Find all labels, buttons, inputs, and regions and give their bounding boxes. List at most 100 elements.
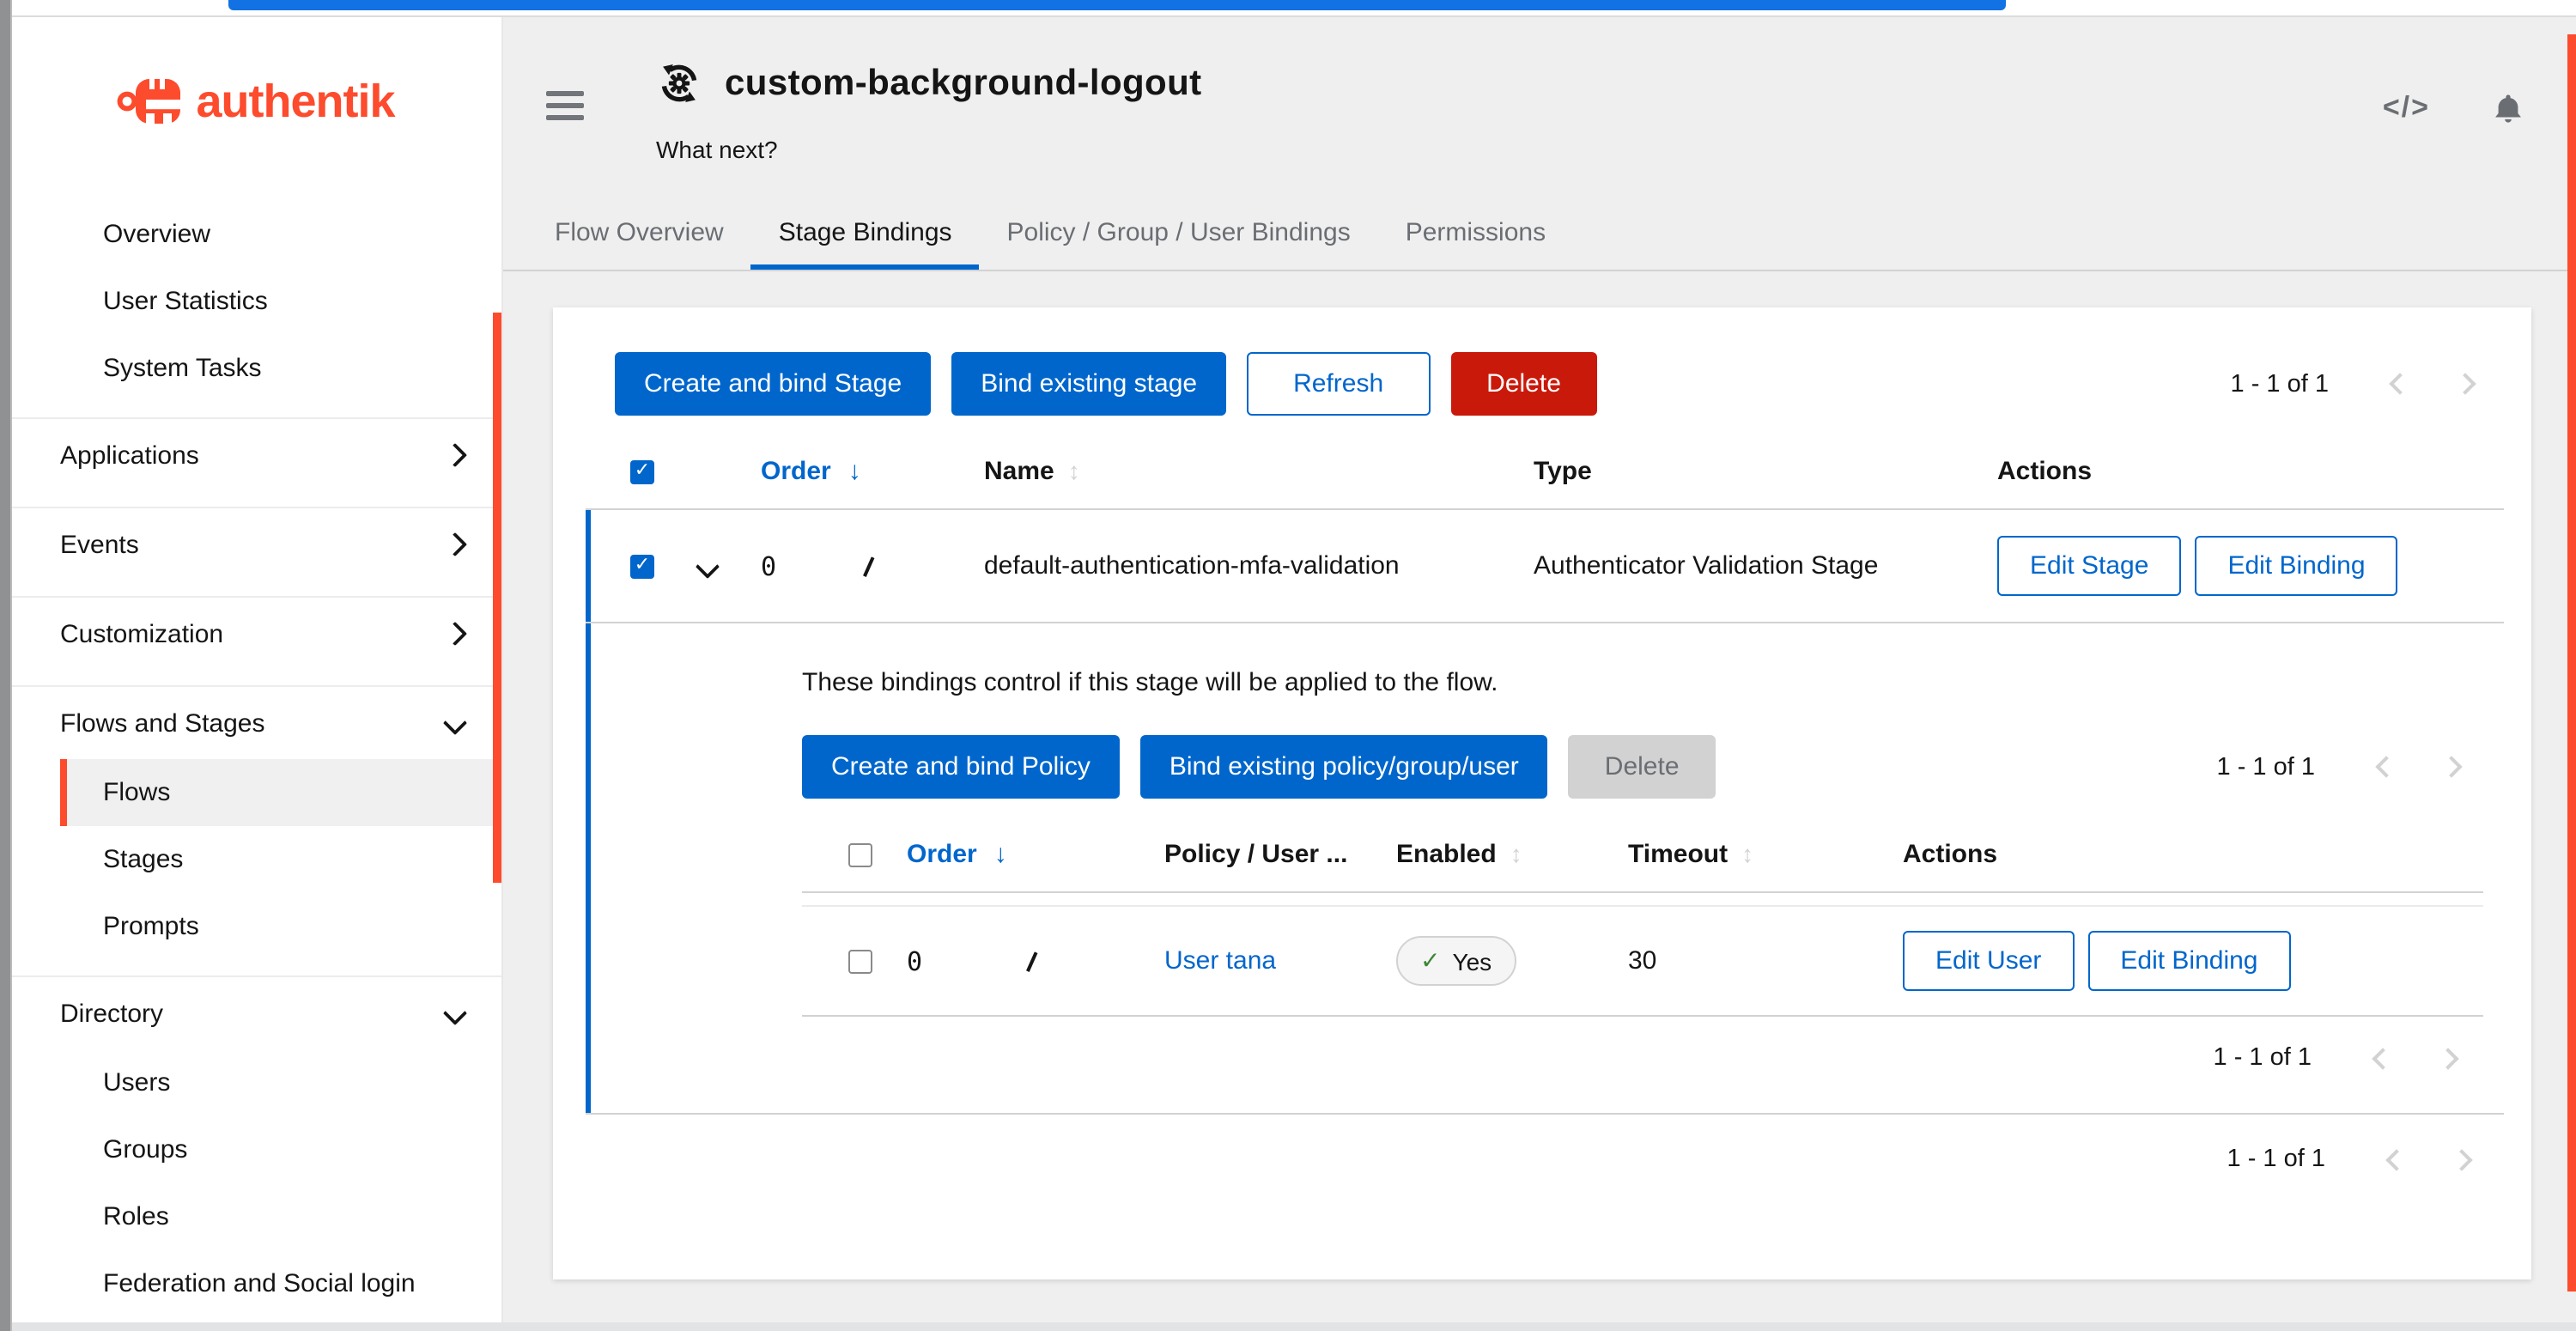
chevron-down-icon [447, 709, 464, 738]
sidebar-item-groups[interactable]: Groups [10, 1116, 501, 1183]
sidebar-item-label: Customization [60, 620, 223, 649]
pagination-next-icon[interactable] [2418, 759, 2483, 775]
policy-user-link[interactable]: User tana [1164, 946, 1396, 975]
sidebar-item-label: Events [60, 531, 139, 560]
policy-row-checkbox[interactable] [848, 949, 872, 973]
cell-actions: Edit Stage Edit Binding [1997, 536, 2504, 596]
tab-policy-group-user-bindings[interactable]: Policy / Group / User Bindings [980, 208, 1378, 270]
pagination-prev-icon[interactable] [2363, 1152, 2428, 1167]
page-subtitle: What next? [656, 136, 778, 163]
sidebar-item-flows[interactable]: Flows [60, 759, 501, 826]
main-scrollbar-orange[interactable] [2567, 34, 2576, 1291]
policy-select-all-checkbox[interactable] [848, 842, 872, 866]
pagination-next-icon[interactable] [2428, 1152, 2494, 1167]
cell-actions: Edit User Edit Binding [1903, 931, 2483, 991]
sidebar-item-directory[interactable]: Directory [10, 979, 501, 1049]
pagination-bottom: 1 - 1 of 1 [2227, 1146, 2494, 1173]
sidebar-item-prompts[interactable]: Prompts [10, 893, 501, 960]
authentik-logo-icon [117, 72, 185, 131]
page-title: custom-background-logout [725, 63, 1202, 104]
sidebar-item-label: Users [103, 1068, 170, 1097]
refresh-button[interactable]: Refresh [1247, 352, 1430, 416]
sidebar-item-flows-and-stages[interactable]: Flows and Stages [10, 689, 501, 759]
api-code-icon[interactable]: </> [2383, 91, 2430, 125]
sidebar-item-label: Stages [103, 845, 183, 874]
sidebar-item-label: Roles [103, 1202, 169, 1231]
sidebar-item-federation-social-login[interactable]: Federation and Social login [10, 1250, 501, 1317]
tab-permissions[interactable]: Permissions [1378, 208, 1573, 270]
tab-label: Policy / Group / User Bindings [1007, 218, 1351, 247]
policy-delete-button-disabled[interactable]: Delete [1569, 735, 1716, 799]
authentik-logo[interactable]: authentik [10, 15, 501, 187]
hamburger-menu-icon[interactable] [546, 91, 584, 127]
bind-existing-policy-button[interactable]: Bind existing policy/group/user [1140, 735, 1548, 799]
sidebar-item-overview[interactable]: Overview [10, 201, 501, 268]
row-checkbox[interactable]: ✓ [630, 554, 654, 578]
sidebar-item-label: Prompts [103, 912, 199, 941]
pagination-label: 1 - 1 of 1 [2231, 370, 2329, 398]
bind-existing-stage-button[interactable]: Bind existing stage [951, 352, 1226, 416]
column-header-actions: Actions [1997, 457, 2504, 486]
pagination-prev-icon[interactable] [2349, 1050, 2415, 1066]
bindings-description: These bindings control if this stage wil… [802, 668, 2483, 697]
sidebar-item-label: Groups [103, 1135, 187, 1164]
column-header-enabled[interactable]: Enabled↕ [1396, 840, 1628, 869]
tab-flow-overview[interactable]: Flow Overview [527, 208, 751, 270]
edit-user-button[interactable]: Edit User [1903, 931, 2074, 991]
pagination-prev-icon[interactable] [2353, 759, 2418, 775]
column-header-timeout[interactable]: Timeout↕ [1628, 840, 1903, 869]
column-header-policy-user[interactable]: Policy / User ... [1164, 840, 1396, 869]
sidebar: authentik Overview User Statistics Syste… [10, 15, 503, 1331]
policy-table-row: 0 User tana ✓Yes 30 Edit User Edit Bindi… [802, 905, 2483, 1017]
window-left-scrollbar[interactable] [0, 0, 12, 1331]
tab-label: Permissions [1406, 218, 1546, 247]
sidebar-item-label: Flows and Stages [60, 709, 264, 738]
pagination-next-icon[interactable] [2432, 376, 2497, 392]
enabled-badge-label: Yes [1452, 947, 1492, 975]
select-all-checkbox[interactable]: ✓ [630, 459, 654, 483]
row-expand-chevron-icon[interactable] [699, 557, 761, 574]
policy-pagination-bottom: 1 - 1 of 1 [2214, 1044, 2480, 1072]
sort-icon: ↕ [1068, 457, 1080, 484]
pagination-label: 1 - 1 of 1 [2217, 753, 2315, 781]
process-gear-icon [656, 60, 702, 106]
sidebar-item-system-tasks[interactable]: System Tasks [10, 335, 501, 402]
column-header-name[interactable]: Name↕ [984, 457, 1534, 486]
policy-bindings-toolbar: Create and bind Policy Bind existing pol… [802, 735, 2483, 799]
column-header-order[interactable]: Order↓ [761, 457, 984, 486]
delete-button[interactable]: Delete [1450, 352, 1597, 416]
window-bottom-edge [10, 1322, 2576, 1331]
edit-binding-button[interactable]: Edit Binding [2195, 536, 2397, 596]
pagination-next-icon[interactable] [2415, 1050, 2480, 1066]
cell-enabled: ✓Yes [1396, 936, 1628, 986]
window-top-strip [0, 0, 2576, 17]
cell-order: 0 [907, 945, 1164, 976]
authentik-logo-text: authentik [196, 75, 394, 128]
sidebar-item-label: User Statistics [103, 287, 268, 316]
sidebar-item-stages[interactable]: Stages [10, 826, 501, 893]
column-header-type: Type [1534, 457, 1997, 486]
edit-binding-button[interactable]: Edit Binding [2087, 931, 2290, 991]
sidebar-item-users[interactable]: Users [10, 1049, 501, 1116]
sidebar-item-roles[interactable]: Roles [10, 1183, 501, 1250]
create-and-bind-stage-button[interactable]: Create and bind Stage [615, 352, 931, 416]
sidebar-item-user-statistics[interactable]: User Statistics [10, 268, 501, 335]
chevron-right-icon [447, 531, 464, 560]
policy-pagination-top: 1 - 1 of 1 [2217, 753, 2483, 781]
column-header-order[interactable]: Order↓ [907, 840, 1164, 869]
cell-type: Authenticator Validation Stage [1534, 551, 1997, 580]
sidebar-item-events[interactable]: Events [10, 510, 501, 580]
pagination-top: 1 - 1 of 1 [2231, 370, 2497, 398]
sidebar-item-applications[interactable]: Applications [10, 421, 501, 491]
stage-bindings-toolbar: Create and bind Stage Bind existing stag… [553, 307, 2531, 450]
edit-stage-button[interactable]: Edit Stage [1997, 536, 2181, 596]
window-top-accent-bar [228, 0, 2006, 10]
pagination-label: 1 - 1 of 1 [2227, 1146, 2325, 1173]
pagination-prev-icon[interactable] [2366, 376, 2432, 392]
tab-stage-bindings[interactable]: Stage Bindings [751, 208, 980, 270]
main-area: custom-background-logout What next? </> … [501, 15, 2576, 1331]
notification-bell-icon[interactable] [2492, 92, 2524, 125]
sidebar-scrollbar-orange[interactable] [493, 313, 501, 883]
create-and-bind-policy-button[interactable]: Create and bind Policy [802, 735, 1120, 799]
sidebar-item-customization[interactable]: Customization [10, 599, 501, 670]
